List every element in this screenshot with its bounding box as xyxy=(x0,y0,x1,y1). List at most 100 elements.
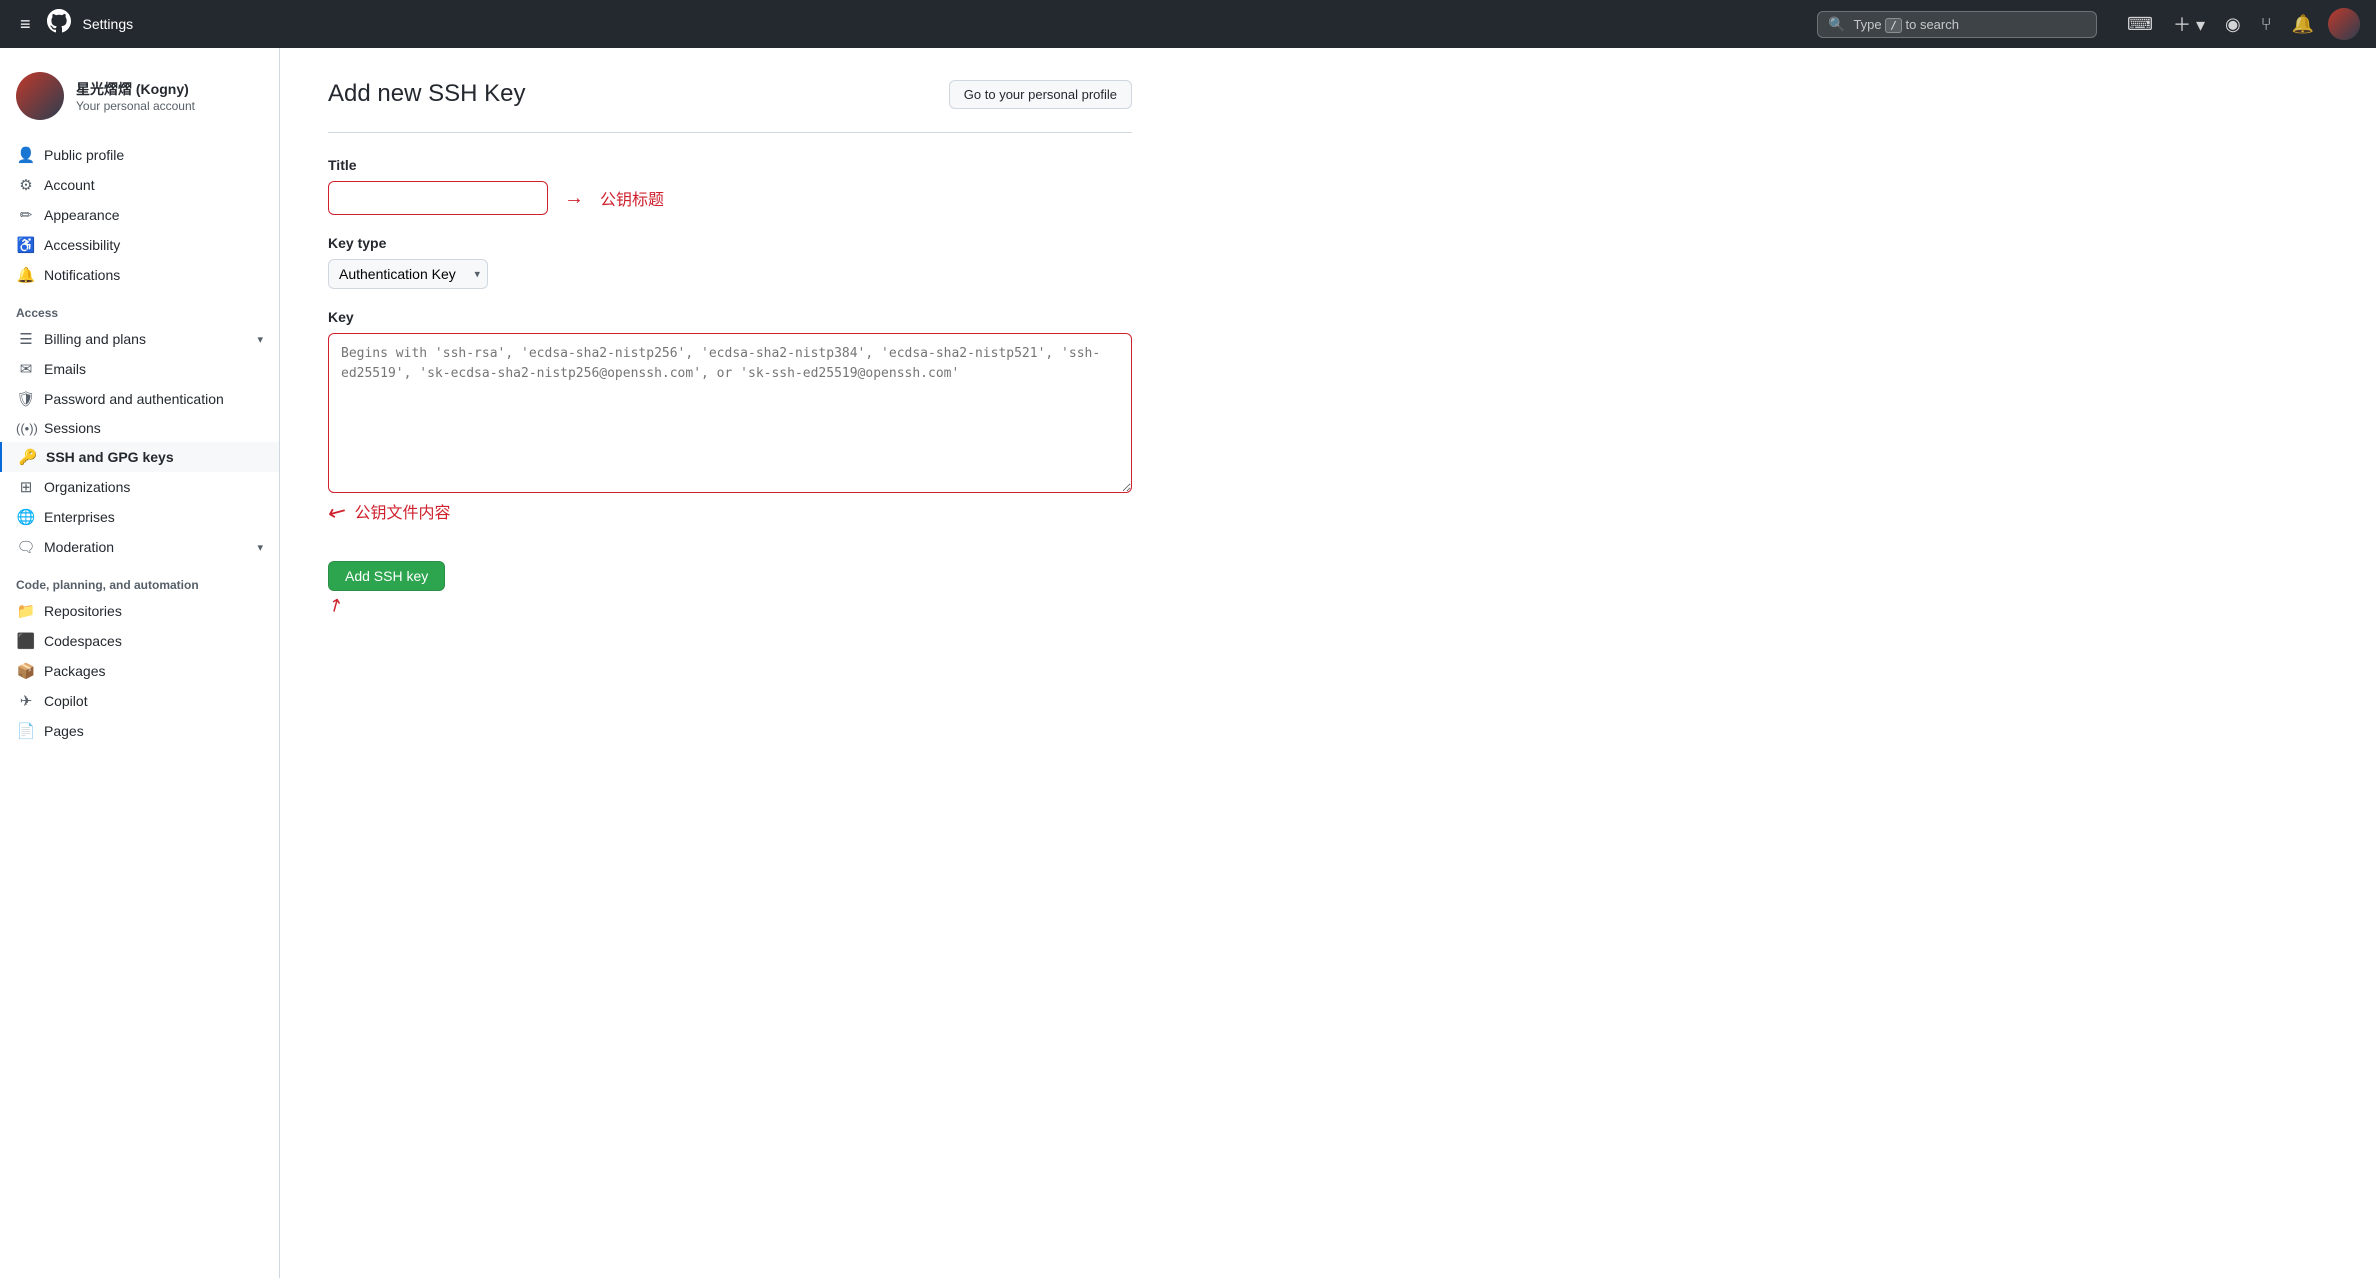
gear-icon: ⚙ xyxy=(16,176,36,194)
title-label: Title xyxy=(328,157,1132,173)
issues-button[interactable]: ◉ xyxy=(2219,10,2247,39)
arrow-annotation: → xyxy=(564,187,584,210)
settings-label: Settings xyxy=(83,16,134,32)
key-icon: 🔑 xyxy=(18,448,38,466)
sidebar-item-password[interactable]: 🛡 Password and authentication xyxy=(0,384,279,414)
comment-icon: 🗨 xyxy=(16,538,36,556)
btn-annotation: ↗ xyxy=(328,595,1132,616)
key-textarea[interactable] xyxy=(328,333,1132,493)
sidebar-item-organizations[interactable]: ⊞ Organizations xyxy=(0,472,279,502)
pages-icon: 📄 xyxy=(16,722,36,740)
user-avatar xyxy=(16,72,64,120)
title-annotation: 公钥标题 xyxy=(600,186,664,210)
chevron-down-icon: ▾ xyxy=(257,541,263,554)
mail-icon: ✉ xyxy=(16,360,36,378)
search-bar[interactable]: 🔍 Type / to search xyxy=(1817,11,2097,38)
sidebar-item-accessibility[interactable]: ♿ Accessibility xyxy=(0,230,279,260)
sidebar-item-label: Codespaces xyxy=(44,633,122,649)
pullrequest-button[interactable]: ⑂ xyxy=(2255,10,2278,39)
search-icon: 🔍 xyxy=(1828,16,1845,33)
title-input[interactable] xyxy=(328,181,548,215)
key-type-select[interactable]: Authentication Key Signing Key xyxy=(328,259,488,289)
sidebar-item-ssh-gpg[interactable]: 🔑 SSH and GPG keys xyxy=(0,442,279,472)
sidebar-item-sessions[interactable]: ((•)) Sessions xyxy=(0,414,279,442)
codespaces-icon: ⬛ xyxy=(16,632,36,650)
annotation-arrow-up: ↗ xyxy=(324,593,348,619)
github-logo xyxy=(47,9,71,40)
sidebar: 星光熠熠 (Kogny) Your personal account 👤 Pub… xyxy=(0,48,280,1278)
annotation-arrow-down: ↙ xyxy=(323,496,352,528)
sidebar-item-label: Packages xyxy=(44,663,105,679)
user-sub: Your personal account xyxy=(76,99,195,113)
globe-icon: 🌐 xyxy=(16,508,36,526)
sidebar-item-label: Password and authentication xyxy=(44,391,224,407)
accessibility-icon: ♿ xyxy=(16,236,36,254)
add-btn-section: Add SSH key ↗ xyxy=(328,545,1132,616)
sidebar-nav-access: ☰ Billing and plans ▾ ✉ Emails 🛡 Passwor… xyxy=(0,324,279,562)
hamburger-icon: ≡ xyxy=(20,14,31,34)
sidebar-nav-code: 📁 Repositories ⬛ Codespaces 📦 Packages ✈… xyxy=(0,596,279,746)
sidebar-item-label: Public profile xyxy=(44,147,124,163)
git-pull-request-icon: ⑂ xyxy=(2261,14,2272,35)
billing-icon: ☰ xyxy=(16,330,36,348)
sidebar-item-pages[interactable]: 📄 Pages xyxy=(0,716,279,746)
key-type-label: Key type xyxy=(328,235,1132,251)
sidebar-item-billing[interactable]: ☰ Billing and plans ▾ xyxy=(0,324,279,354)
terminal-button[interactable]: ⌨ xyxy=(2121,10,2159,39)
circle-dot-icon: ◉ xyxy=(2225,14,2241,35)
sidebar-item-label: Accessibility xyxy=(44,237,120,253)
top-navigation: ≡ Settings 🔍 Type / to search ⌨ ＋ ▾ ◉ ⑂ … xyxy=(0,0,2376,48)
inbox-icon: 🔔 xyxy=(2292,14,2314,35)
broadcast-icon: ((•)) xyxy=(16,421,36,436)
page-layout: 星光熠熠 (Kogny) Your personal account 👤 Pub… xyxy=(0,48,2376,1278)
hamburger-button[interactable]: ≡ xyxy=(16,10,35,39)
title-section: Title → 公钥标题 xyxy=(328,157,1132,215)
access-section-label: Access xyxy=(0,290,279,324)
repo-icon: 📁 xyxy=(16,602,36,620)
key-annotation-text: 公钥文件内容 xyxy=(354,499,450,523)
person-icon: 👤 xyxy=(16,146,36,164)
key-section: Key ↙ 公钥文件内容 xyxy=(328,309,1132,525)
terminal-icon: ⌨ xyxy=(2127,14,2153,35)
avatar[interactable] xyxy=(2328,8,2360,40)
sidebar-item-account[interactable]: ⚙ Account xyxy=(0,170,279,200)
sidebar-item-codespaces[interactable]: ⬛ Codespaces xyxy=(0,626,279,656)
key-type-section: Key type Authentication Key Signing Key … xyxy=(328,235,1132,289)
sidebar-item-public-profile[interactable]: 👤 Public profile xyxy=(0,140,279,170)
add-ssh-key-button[interactable]: Add SSH key xyxy=(328,561,445,591)
sidebar-item-label: Copilot xyxy=(44,693,88,709)
sidebar-item-label: Moderation xyxy=(44,539,114,555)
sidebar-item-appearance[interactable]: ✏ Appearance xyxy=(0,200,279,230)
code-section-label: Code, planning, and automation xyxy=(0,562,279,596)
sidebar-item-moderation[interactable]: 🗨 Moderation ▾ xyxy=(0,532,279,562)
sidebar-item-copilot[interactable]: ✈ Copilot xyxy=(0,686,279,716)
create-button[interactable]: ＋ ▾ xyxy=(2167,7,2211,41)
sidebar-item-label: SSH and GPG keys xyxy=(46,449,174,465)
sidebar-item-enterprises[interactable]: 🌐 Enterprises xyxy=(0,502,279,532)
sidebar-item-notifications[interactable]: 🔔 Notifications xyxy=(0,260,279,290)
sidebar-item-label: Pages xyxy=(44,723,84,739)
user-profile: 星光熠熠 (Kogny) Your personal account xyxy=(0,72,279,140)
sidebar-item-repositories[interactable]: 📁 Repositories xyxy=(0,596,279,626)
sidebar-nav-main: 👤 Public profile ⚙ Account ✏ Appearance … xyxy=(0,140,279,290)
paintbrush-icon: ✏ xyxy=(16,206,36,224)
copilot-icon: ✈ xyxy=(16,692,36,710)
title-row: → 公钥标题 xyxy=(328,181,1132,215)
sidebar-item-emails[interactable]: ✉ Emails xyxy=(0,354,279,384)
main-content: Add new SSH Key Go to your personal prof… xyxy=(280,48,1180,1278)
sidebar-item-label: Organizations xyxy=(44,479,130,495)
inbox-button[interactable]: 🔔 xyxy=(2286,10,2320,39)
sidebar-item-label: Repositories xyxy=(44,603,122,619)
sidebar-item-label: Notifications xyxy=(44,267,120,283)
search-text: Type / to search xyxy=(1853,17,2086,32)
sidebar-item-packages[interactable]: 📦 Packages xyxy=(0,656,279,686)
shield-icon: 🛡 xyxy=(16,390,36,408)
sidebar-item-label: Enterprises xyxy=(44,509,115,525)
sidebar-item-label: Appearance xyxy=(44,207,120,223)
package-icon: 📦 xyxy=(16,662,36,680)
user-name: 星光熠熠 (Kogny) xyxy=(76,79,195,99)
sidebar-item-label: Sessions xyxy=(44,420,101,436)
go-to-profile-button[interactable]: Go to your personal profile xyxy=(949,80,1132,109)
chevron-down-icon: ▾ xyxy=(257,333,263,346)
sidebar-item-label: Account xyxy=(44,177,95,193)
